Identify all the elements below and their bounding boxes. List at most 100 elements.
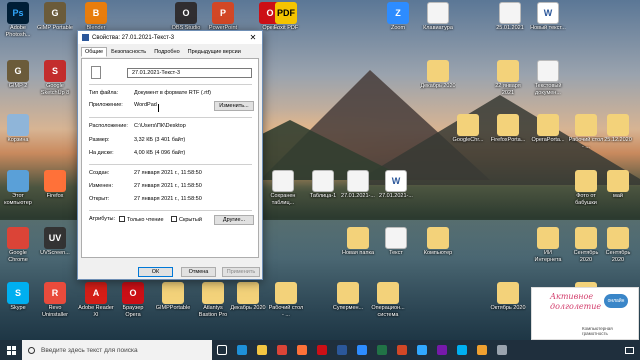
readonly-checkbox[interactable]: Только чтение: [119, 216, 164, 223]
taskbar-app-onenote[interactable]: [432, 340, 452, 360]
desktop-icon[interactable]: Корзина: [0, 114, 36, 150]
app-icon: [607, 114, 629, 136]
app-icon: [497, 282, 519, 304]
desktop-icon[interactable]: OperaPorta...: [530, 114, 566, 150]
desktop-icon[interactable]: W Новый текст...: [530, 2, 566, 38]
app-icon: [575, 114, 597, 136]
settings-icon: [497, 345, 507, 355]
app-icon: [7, 114, 29, 136]
desktop-icon[interactable]: 25.12.2020: [600, 114, 636, 150]
dialog-titlebar[interactable]: Свойства: 27.01.2021-Текст-3 ✕: [78, 31, 262, 44]
taskbar-app-word[interactable]: [332, 340, 352, 360]
app-icon: Z: [387, 2, 409, 24]
desktop-icon[interactable]: Компьютер: [420, 227, 456, 263]
desktop-icon[interactable]: Рабочий стол - ...: [568, 114, 604, 150]
desktop-icon[interactable]: G GIMP Portable: [37, 2, 73, 38]
desktop-icon[interactable]: Таблица-1: [305, 170, 341, 206]
cancel-button[interactable]: Отмена: [181, 267, 216, 277]
dialog-title: Свойства: 27.01.2021-Текст-3: [92, 34, 175, 41]
desktop-icon[interactable]: S Google SketchUp 8: [37, 60, 73, 96]
tab-security[interactable]: Безопасность: [107, 47, 150, 57]
ok-button[interactable]: ОК: [138, 267, 173, 277]
desktop-icon[interactable]: R Revo Uninstaller: [37, 282, 73, 318]
desktop-icon[interactable]: S Skype: [0, 282, 36, 318]
filename-input[interactable]: 27.01.2021-Текст-3: [127, 68, 252, 78]
desktop-icon[interactable]: Сентябрь 2020: [600, 227, 636, 263]
hidden-label: Скрытый: [179, 217, 202, 223]
desktop-icon-label: Текст: [389, 250, 403, 256]
desktop-icon-label: май: [613, 193, 623, 199]
taskbar-app-paint[interactable]: [472, 340, 492, 360]
taskbar-app-chrome[interactable]: [272, 340, 292, 360]
checkbox-box[interactable]: [171, 216, 177, 222]
checkbox-box[interactable]: [119, 216, 125, 222]
advanced-button[interactable]: Другие...: [214, 215, 254, 225]
taskbar-app-edge[interactable]: [232, 340, 252, 360]
desktop-icon[interactable]: UV UVScreen...: [37, 227, 73, 263]
windows-logo-icon: [6, 345, 16, 355]
taskbar-app-task-view[interactable]: [212, 340, 232, 360]
taskbar-search-box[interactable]: Введите здесь текст для поиска: [22, 340, 212, 360]
desktop-icon[interactable]: A Adobe Reader XI: [78, 282, 114, 318]
desktop-icon[interactable]: 27.01.2021-...: [340, 170, 376, 206]
start-button[interactable]: [0, 340, 22, 360]
desktop-icon-label: Октябрь 2020: [490, 305, 526, 311]
notifications-button[interactable]: [618, 340, 640, 360]
desktop-icon[interactable]: Декабрь 2020: [230, 282, 266, 318]
desktop-icon[interactable]: Текстовый докумен...: [530, 60, 566, 96]
desktop-icon[interactable]: Фото от бабушки: [568, 170, 604, 206]
desktop-icon[interactable]: Сентябрь 2020: [568, 227, 604, 263]
desktop-icon[interactable]: O Браузер Opera: [115, 282, 151, 318]
desktop-icon-label: Новый текст...: [530, 25, 566, 31]
taskbar-app-photoshop[interactable]: [412, 340, 432, 360]
desktop-icon[interactable]: Операцион... система: [370, 282, 406, 318]
tab-details[interactable]: Подробно: [150, 47, 183, 57]
notification-icon: [624, 346, 634, 354]
close-icon[interactable]: ✕: [244, 31, 262, 44]
apply-button[interactable]: Применить: [222, 267, 260, 277]
tab-previous-versions[interactable]: Предыдущие версии: [184, 47, 245, 57]
desktop-icon-label: Декабрь 2020: [420, 83, 456, 89]
desktop-icon[interactable]: G GIMP 2: [0, 60, 36, 96]
desktop-icon[interactable]: Сохранен таблиц...: [265, 170, 301, 206]
tab-general[interactable]: Общие: [81, 47, 108, 57]
desktop-icon[interactable]: GoogleChr...: [450, 114, 486, 150]
taskbar-app-powerpoint[interactable]: [392, 340, 412, 360]
desktop-icon[interactable]: Октябрь 2020: [490, 282, 526, 318]
desktop-icon[interactable]: Рабочий стол - ...: [268, 282, 304, 318]
app-icon: [377, 282, 399, 304]
desktop-icon[interactable]: Клавиатура: [420, 2, 456, 38]
desktop-icon-label: Рабочий стол - ...: [568, 137, 604, 150]
desktop-icon[interactable]: май: [600, 170, 636, 206]
desktop-icon[interactable]: Этот компьютер: [0, 170, 36, 206]
app-value: WordPad: [134, 102, 157, 108]
change-button[interactable]: Изменить...: [214, 101, 254, 111]
taskbar-app-excel[interactable]: [372, 340, 392, 360]
desktop-icon[interactable]: Текст: [378, 227, 414, 263]
desktop-icon[interactable]: Декабрь 2020: [420, 60, 456, 96]
taskbar-app-settings[interactable]: [492, 340, 512, 360]
desktop-icon[interactable]: Google Chrome: [0, 227, 36, 263]
desktop-icon[interactable]: Супермен...: [330, 282, 366, 318]
taskbar-app-firefox[interactable]: [292, 340, 312, 360]
promo-sticker: Активное долголетие онлайн Компьютерная …: [531, 287, 639, 340]
app-icon: W: [537, 2, 559, 24]
desktop-icon[interactable]: ИИ Интернета: [530, 227, 566, 263]
desktop-icon[interactable]: 25.01.2021: [492, 2, 528, 38]
taskbar-app-skype[interactable]: [452, 340, 472, 360]
desktop-icon[interactable]: PDF Foxit PDF: [268, 2, 304, 38]
desktop-icon[interactable]: Z Zoom: [380, 2, 416, 38]
taskbar-app-explorer[interactable]: [252, 340, 272, 360]
desktop-icon[interactable]: GIMPPortable: [155, 282, 191, 318]
desktop-icon[interactable]: 22 января 2021: [490, 60, 526, 96]
desktop-icon[interactable]: Atlantys Bastion Pro: [195, 282, 231, 318]
desktop-icon[interactable]: W 27.01.2021-...: [378, 170, 414, 206]
desktop-icon[interactable]: Ps Adobe Photosh...: [0, 2, 36, 38]
desktop-icon-label: Таблица-1: [309, 193, 337, 199]
desktop-icon[interactable]: Firefox: [37, 170, 73, 206]
taskbar-app-opera[interactable]: [312, 340, 332, 360]
desktop-icon[interactable]: FirefoxPorta...: [490, 114, 526, 150]
taskbar-app-zoom[interactable]: [352, 340, 372, 360]
hidden-checkbox[interactable]: Скрытый: [171, 216, 202, 223]
desktop-icon[interactable]: Новая папка: [340, 227, 376, 263]
